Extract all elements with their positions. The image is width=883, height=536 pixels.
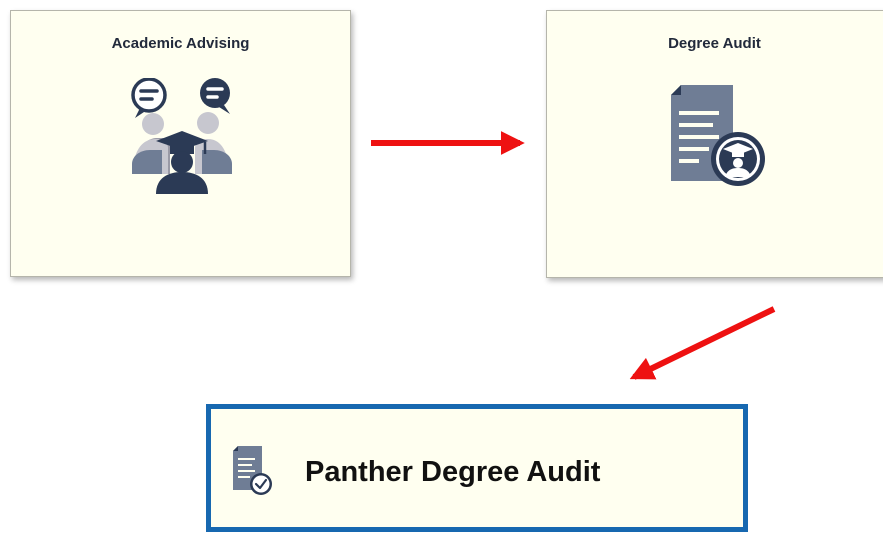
arrow-audit-to-link	[629, 306, 776, 380]
academic-advising-title: Academic Advising	[111, 35, 250, 52]
screenshot-stage: Academic Advising Degree Audit Panther D…	[0, 0, 883, 536]
academic-advising-tile[interactable]: Academic Advising	[10, 10, 351, 277]
degree-audit-title: Degree Audit	[668, 35, 761, 52]
panther-degree-audit-label: Panther Degree Audit	[305, 456, 601, 488]
degree-audit-checked-icon	[233, 446, 272, 495]
degree-audit-icon	[671, 85, 765, 186]
degree-audit-tile[interactable]: Degree Audit	[546, 10, 883, 278]
panther-degree-audit-link[interactable]: Panther Degree Audit	[206, 404, 748, 532]
academic-advising-icon	[131, 78, 232, 194]
